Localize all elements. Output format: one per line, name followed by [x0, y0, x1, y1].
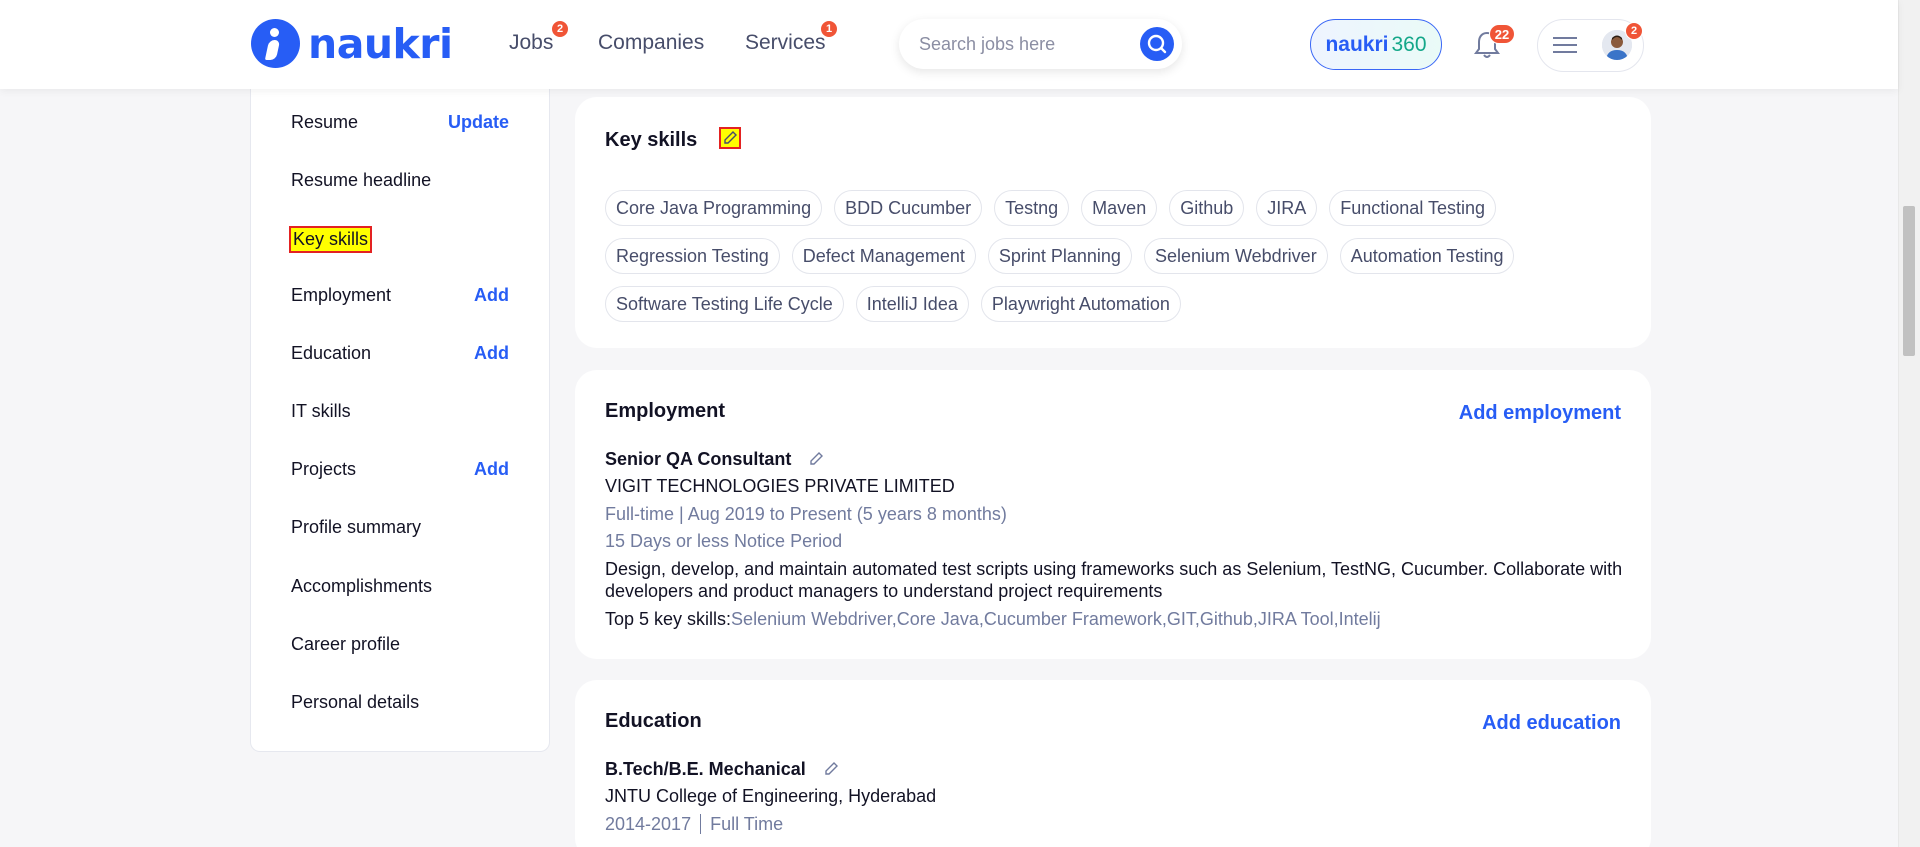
- skill-chip: Maven: [1081, 190, 1158, 226]
- skill-chip: Sprint Planning: [987, 238, 1132, 274]
- skill-chip: Github: [1169, 190, 1245, 226]
- employment-add-link[interactable]: Add: [474, 285, 509, 306]
- key-skills-list: Core Java Programming BDD Cucumber Testn…: [605, 190, 1605, 322]
- nav-jobs[interactable]: Jobs: [509, 31, 553, 55]
- sidebar-item-it-skills[interactable]: IT skills: [291, 401, 509, 422]
- skill-chip: Defect Management: [791, 238, 976, 274]
- education-separator: [700, 814, 702, 834]
- sidebar-item-label: Personal details: [291, 692, 420, 712]
- sidebar-item-label: Accomplishments: [291, 576, 433, 596]
- education-degree: B.Tech/B.E. Mechanical: [605, 759, 841, 780]
- notification-badge: 22: [1489, 24, 1515, 44]
- sidebar-item-profile-summary[interactable]: Profile summary: [291, 517, 509, 538]
- edit-education-icon[interactable]: [823, 759, 841, 777]
- top-skills-label: Top 5 key skills:: [605, 609, 732, 629]
- projects-add-link[interactable]: Add: [474, 459, 509, 480]
- skill-chip: IntelliJ Idea: [855, 286, 969, 322]
- employment-description-line: developers and product managers to under…: [605, 581, 1163, 601]
- education-college: JNTU College of Engineering, Hyderabad: [605, 786, 937, 806]
- sidebar-item-accomplishments[interactable]: Accomplishments: [291, 576, 509, 597]
- nav-jobs-label: Jobs: [509, 31, 554, 54]
- sidebar-item-resume[interactable]: Resume Update: [291, 112, 509, 133]
- skill-chip: JIRA: [1256, 190, 1318, 226]
- hamburger-icon[interactable]: [1552, 36, 1578, 54]
- resume-update-link[interactable]: Update: [448, 112, 509, 133]
- skill-chip: Selenium Webdriver: [1143, 238, 1328, 274]
- education-type: Full Time: [710, 814, 784, 834]
- top-header: naukri Jobs 2 Companies Services 1 naukr…: [0, 0, 1898, 89]
- edit-employment-icon[interactable]: [808, 449, 826, 467]
- naukri360-button[interactable]: naukri 360: [1310, 19, 1442, 70]
- sidebar-item-label: Education: [291, 343, 372, 363]
- nav-companies-label: Companies: [598, 31, 705, 54]
- employment-company: VIGIT TECHNOLOGIES PRIVATE LIMITED: [605, 476, 955, 496]
- skill-chip: Regression Testing: [605, 238, 780, 274]
- employment-title: Employment: [605, 400, 726, 422]
- education-card: Education Add education B.Tech/B.E. Mech…: [575, 680, 1651, 847]
- sidebar-item-employment[interactable]: Employment Add: [291, 285, 509, 306]
- jobs-badge: 2: [551, 20, 569, 38]
- sidebar-item-label: Employment: [291, 285, 392, 305]
- add-education-link[interactable]: Add education: [1482, 712, 1621, 735]
- skill-chip: Core Java Programming: [605, 190, 823, 226]
- naukri-logo[interactable]: naukri: [251, 19, 453, 68]
- employment-role-text: Senior QA Consultant: [605, 449, 792, 469]
- search-bar: [899, 19, 1182, 69]
- naukri360-suffix: 360: [1391, 32, 1427, 56]
- sidebar-item-projects[interactable]: Projects Add: [291, 459, 509, 480]
- sidebar-item-education[interactable]: Education Add: [291, 343, 509, 364]
- edit-icon[interactable]: [718, 127, 741, 149]
- menu-badge: 2: [1625, 22, 1643, 40]
- sidebar-item-key-skills[interactable]: Key skills: [289, 226, 509, 253]
- skill-chip: Automation Testing: [1339, 238, 1515, 274]
- education-title: Education: [605, 710, 702, 732]
- employment-role: Senior QA Consultant: [605, 449, 826, 470]
- sidebar-item-career-profile[interactable]: Career profile: [291, 634, 509, 655]
- skill-chip: Testng: [994, 190, 1070, 226]
- sidebar-item-label: Resume: [291, 112, 359, 132]
- key-skills-title-text: Key skills: [605, 129, 698, 151]
- logo-text: naukri: [308, 19, 453, 68]
- sidebar-item-label: Resume headline: [291, 170, 432, 190]
- sidebar-item-label: IT skills: [291, 401, 351, 421]
- employment-top-skills: Top 5 key skills:Selenium Webdriver,Core…: [605, 609, 1381, 630]
- naukri360-prefix: naukri: [1325, 32, 1389, 56]
- nav-companies[interactable]: Companies: [598, 31, 704, 55]
- search-button[interactable]: [1140, 27, 1174, 61]
- sidebar-item-resume-headline[interactable]: Resume headline: [291, 170, 509, 191]
- employment-notice-period: 15 Days or less Notice Period: [605, 531, 843, 551]
- sidebar-item-label: Career profile: [291, 634, 401, 654]
- add-employment-link[interactable]: Add employment: [1459, 402, 1621, 425]
- skill-chip: Functional Testing: [1329, 190, 1497, 226]
- employment-duration: Full-time | Aug 2019 to Present (5 years…: [605, 504, 1007, 524]
- page-scrollbar-thumb[interactable]: [1903, 206, 1915, 356]
- search-input[interactable]: [919, 31, 1119, 57]
- skill-chip: Software Testing Life Cycle: [605, 286, 844, 322]
- sidebar-item-label: Projects: [291, 459, 357, 479]
- education-years: 2014-2017: [605, 814, 692, 834]
- skill-chip: BDD Cucumber: [834, 190, 983, 226]
- quick-links-sidebar: Resume Update Resume headline Key skills…: [250, 89, 550, 752]
- services-badge: 1: [820, 20, 838, 38]
- key-skills-card: Key skills Core Java Programming BDD Cuc…: [575, 97, 1651, 348]
- employment-description-line: Design, develop, and maintain automated …: [605, 559, 1623, 579]
- education-add-link[interactable]: Add: [474, 343, 509, 364]
- sidebar-item-label: Key skills: [289, 226, 373, 253]
- page-scrollbar[interactable]: [1898, 0, 1920, 847]
- employment-card: Employment Add employment Senior QA Cons…: [575, 370, 1651, 659]
- top-skills-value: Selenium Webdriver,Core Java,Cucumber Fr…: [731, 609, 1381, 629]
- education-years-type: 2014-2017 Full Time: [605, 814, 783, 835]
- search-icon: [1147, 34, 1167, 54]
- key-skills-title: Key skills: [605, 127, 741, 152]
- sidebar-item-label: Profile summary: [291, 517, 422, 537]
- naukri-logo-icon: [251, 19, 300, 68]
- nav-services[interactable]: Services: [745, 31, 826, 55]
- education-degree-text: B.Tech/B.E. Mechanical: [605, 759, 806, 779]
- nav-services-label: Services: [745, 31, 826, 54]
- sidebar-item-personal-details[interactable]: Personal details: [291, 692, 509, 713]
- skill-chip: Playwright Automation: [980, 286, 1181, 322]
